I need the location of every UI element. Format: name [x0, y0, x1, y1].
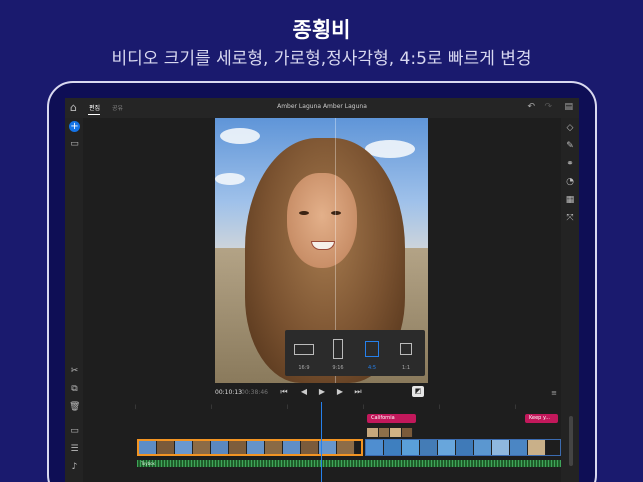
aspect-option-16-9[interactable]: 16:9 — [287, 330, 321, 376]
clip-thumbnail — [402, 440, 420, 455]
clip-thumbnail — [175, 441, 193, 454]
clip-thumbnail — [139, 441, 157, 454]
clip-thumbnail — [384, 440, 402, 455]
comment-icon[interactable]: ▤ — [564, 102, 573, 112]
clip-thumbnail — [474, 440, 492, 455]
play-icon[interactable]: ▶ — [317, 387, 327, 396]
clip-thumbnail — [211, 441, 229, 454]
aspect-option-4-5[interactable]: 4:5 — [355, 330, 389, 376]
app-screen: ⌂ 편집 공유 Amber Laguna Amber Laguna ↶ ↷ ▤ … — [65, 98, 579, 482]
audio-track-label: Toybox — [141, 461, 155, 466]
skip-start-icon[interactable]: ⏮ — [279, 387, 289, 397]
aspect-ratio-button[interactable]: ◩ — [412, 386, 424, 397]
clip-thumbnail — [401, 428, 413, 437]
clip-thumbnail — [528, 440, 546, 455]
title-clip-california[interactable]: California — [367, 414, 416, 423]
landscape-icon — [294, 344, 314, 355]
add-media-icon[interactable]: + — [69, 121, 80, 132]
aspect-ratio-panel: 16:9 9:16 4:5 1:1 — [285, 330, 425, 376]
clip-thumbnail — [510, 440, 528, 455]
clip-thumbnail — [157, 441, 175, 454]
four-five-icon — [365, 341, 379, 357]
title-clip-thumbnails — [367, 428, 413, 437]
split-icon[interactable]: ✂ — [69, 366, 80, 377]
aspect-option-label: 9:16 — [332, 365, 344, 371]
clip-thumbnail — [438, 440, 456, 455]
audio-track[interactable]: Toybox — [137, 460, 561, 467]
crop-icon[interactable]: ▦ — [564, 194, 576, 206]
clip-thumbnail — [420, 440, 438, 455]
preview-cloud — [215, 173, 245, 185]
clip-thumbnail — [390, 428, 402, 437]
skip-end-icon[interactable]: ⏭ — [353, 387, 363, 397]
menu-icon[interactable]: ≡ — [551, 389, 557, 397]
playhead[interactable] — [321, 402, 322, 482]
preview-eye — [299, 211, 309, 215]
clip-thumbnail — [378, 428, 390, 437]
title-clip-keep[interactable]: Keep y... — [525, 414, 558, 423]
step-forward-icon[interactable]: ▶ — [335, 387, 345, 396]
timeline-scrollbar[interactable] — [569, 416, 573, 466]
clip-thumbnail — [229, 441, 247, 454]
duplicate-icon[interactable]: ⧉ — [69, 384, 80, 395]
project-title: Amber Laguna Amber Laguna — [277, 103, 367, 110]
clip-thumbnail — [492, 440, 510, 455]
preview-subject-face — [287, 173, 357, 268]
delete-icon[interactable]: 🗑 — [69, 402, 80, 413]
aspect-option-1-1[interactable]: 1:1 — [389, 330, 423, 376]
timeline-ruler[interactable]: | | | | | | — [83, 402, 561, 410]
transform-icon[interactable]: ⤧ — [564, 212, 576, 224]
color-icon[interactable]: ✎ — [564, 140, 576, 152]
aspect-option-label: 16:9 — [298, 365, 310, 371]
track-icon[interactable]: ▭ — [69, 426, 80, 437]
promo-headline: 종횡비 — [292, 18, 351, 42]
undo-icon[interactable]: ↶ — [527, 102, 535, 112]
clip-thumbnail — [247, 441, 265, 454]
portrait-icon — [333, 339, 343, 359]
preview-cloud — [220, 128, 260, 144]
clip-thumbnail — [367, 428, 379, 437]
shape-icon[interactable]: ◇ — [564, 122, 576, 134]
clip-thumbnail — [366, 440, 384, 455]
step-back-icon[interactable]: ◀ — [299, 387, 309, 396]
aspect-option-9-16[interactable]: 9:16 — [321, 330, 355, 376]
clip-thumbnail — [265, 441, 283, 454]
aspect-option-label: 1:1 — [401, 365, 411, 371]
left-toolbar: + ▭ ✂ ⧉ 🗑 ▭ ☰ ♪ — [65, 118, 83, 482]
preview-eye — [331, 211, 341, 215]
total-time: 00:38:46 — [241, 389, 268, 396]
list-icon[interactable]: ☰ — [69, 444, 80, 455]
square-icon — [400, 343, 412, 355]
video-clip[interactable] — [365, 439, 561, 456]
clip-thumbnail — [283, 441, 301, 454]
trash-icon[interactable]: ▭ — [69, 139, 80, 150]
clip-thumbnail — [193, 441, 211, 454]
clip-thumbnail — [456, 440, 474, 455]
audio-waveform — [137, 460, 561, 467]
effects-icon[interactable]: ⚭ — [564, 158, 576, 170]
clip-thumbnail — [301, 441, 319, 454]
audio-icon[interactable]: ♪ — [69, 462, 80, 473]
video-clip-selected[interactable] — [137, 439, 363, 456]
aspect-option-label: 4:5 — [367, 365, 377, 371]
active-tab-indicator — [88, 114, 100, 115]
top-bar: ⌂ 편집 공유 Amber Laguna Amber Laguna ↶ ↷ ▤ — [65, 98, 579, 118]
clip-thumbnail — [337, 441, 355, 454]
promo-subline: 비디오 크기를 세로형, 가로형,정사각형, 4:5로 빠르게 변경 — [111, 49, 532, 69]
redo-icon[interactable]: ↷ — [544, 102, 552, 112]
current-time: 00:10:13 — [215, 389, 242, 396]
speed-icon[interactable]: ◔ — [564, 176, 576, 188]
